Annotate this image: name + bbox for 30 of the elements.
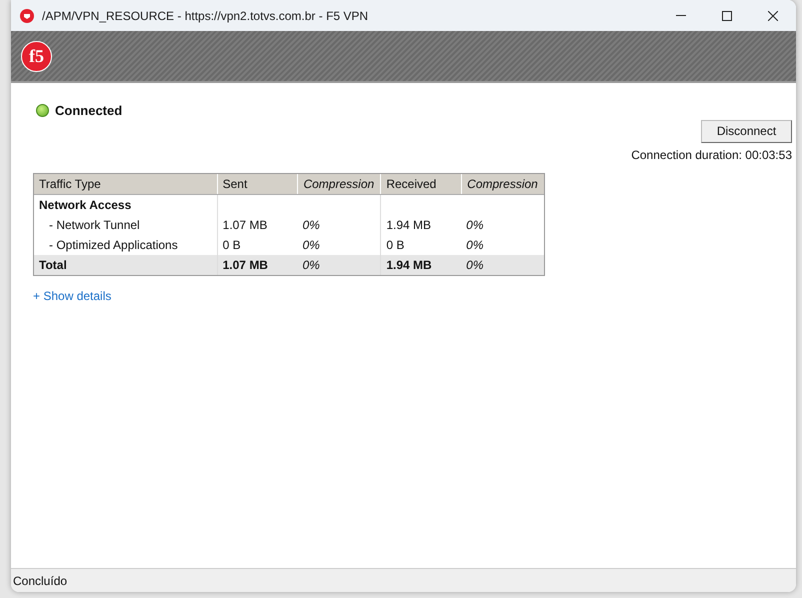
- logo: f5: [21, 40, 52, 72]
- status-label: Connected: [55, 102, 122, 120]
- minimize-icon: [676, 15, 686, 16]
- table-cell-text: 0%: [301, 216, 321, 234]
- column-header: Received: [380, 174, 462, 194]
- table-cell-text: 0%: [301, 256, 321, 274]
- column-header: Sent: [216, 174, 298, 194]
- table-cell: 1.94 MB: [380, 214, 462, 234]
- table-cell-text: - Optimized Applications: [48, 236, 179, 254]
- show-details-link[interactable]: + Show details: [33, 286, 112, 304]
- app-icon: [20, 8, 34, 22]
- column-header: Compression: [461, 174, 544, 194]
- table-cell-text: 0%: [465, 236, 485, 254]
- table-cell-text: 0%: [465, 216, 485, 234]
- connection-duration: Connection duration: 00:03:53: [631, 146, 792, 164]
- table-cell-text: Total: [38, 256, 68, 274]
- maximize-icon: [722, 10, 732, 20]
- table-cell-text: Network Access: [38, 196, 132, 214]
- close-icon: [768, 10, 778, 20]
- column-header: Compression: [297, 174, 380, 194]
- table-cell: 1.94 MB: [380, 254, 462, 274]
- table-cell: 1.07 MB: [216, 214, 298, 234]
- column-header: Traffic Type: [38, 176, 102, 192]
- table-cell-text: 0%: [301, 236, 321, 254]
- table-cell-text: 0%: [465, 256, 484, 274]
- disconnect-button[interactable]: Disconnect: [701, 120, 792, 142]
- table-cell-text: - Network Tunnel: [48, 216, 141, 234]
- table-cell: 1.07 MB: [216, 254, 298, 274]
- status-text: Concluído: [13, 572, 68, 590]
- window-title: /APM/VPN_RESOURCE - https://vpn2.totvs.com.br - F5 VPN: [42, 8, 368, 24]
